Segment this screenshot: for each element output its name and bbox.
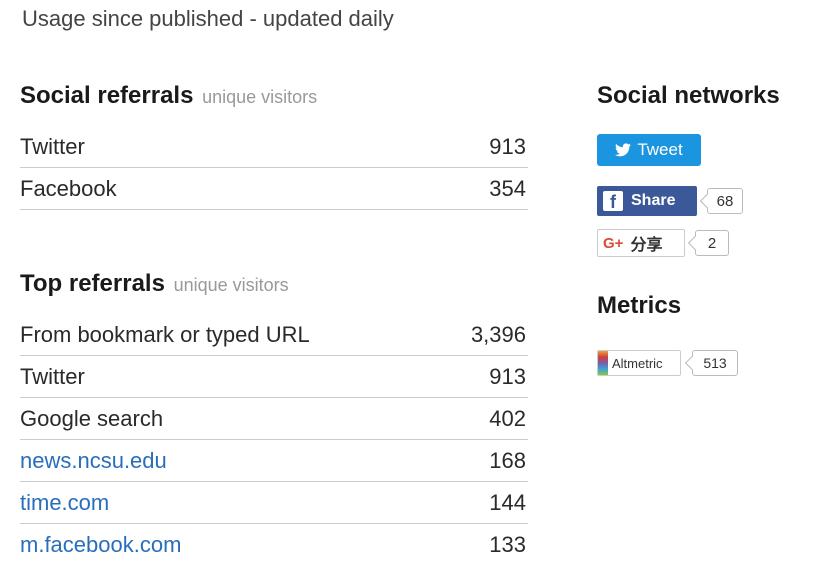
row-label: Twitter: [20, 363, 85, 389]
altmetric-label: Altmetric: [612, 355, 663, 371]
row-label: Facebook: [20, 175, 117, 201]
row-label: Twitter: [20, 133, 85, 159]
top-referrals-table: From bookmark or typed URL 3,396 Twitter…: [20, 314, 528, 566]
metrics-heading: Metrics: [597, 292, 682, 319]
google-plus-label: 分享: [630, 237, 663, 254]
table-row: time.com 144: [20, 482, 528, 524]
social-referrals-heading: Social referrals unique visitors: [20, 82, 317, 110]
row-value: 402: [489, 405, 526, 431]
row-value: 913: [489, 363, 526, 389]
facebook-share-count: 68: [707, 188, 743, 214]
google-plus-icon: G+: [603, 234, 624, 252]
google-plus-count: 2: [695, 230, 729, 256]
row-value: 168: [489, 447, 526, 473]
table-row: m.facebook.com 133: [20, 524, 528, 566]
referrer-link-time[interactable]: time.com: [20, 490, 109, 516]
row-value: 354: [489, 175, 526, 201]
table-row: From bookmark or typed URL 3,396: [20, 314, 528, 356]
social-networks-heading: Social networks: [597, 82, 780, 109]
table-row: Google search 402: [20, 398, 528, 440]
row-value: 913: [489, 133, 526, 159]
table-row: Twitter 913: [20, 126, 528, 168]
top-referrals-title: Top referrals: [20, 270, 165, 297]
google-plus-share-button[interactable]: G+ 分享: [597, 229, 685, 257]
page-subtitle: Usage since published - updated daily: [22, 6, 394, 31]
social-referrals-title: Social referrals: [20, 82, 194, 109]
referrer-link-m-facebook[interactable]: m.facebook.com: [20, 532, 181, 558]
altmetric-badge[interactable]: Altmetric: [597, 350, 681, 376]
row-label: From bookmark or typed URL: [20, 321, 310, 347]
tweet-button[interactable]: Tweet: [597, 134, 701, 166]
twitter-bird-icon: [615, 143, 632, 157]
top-referrals-heading: Top referrals unique visitors: [20, 270, 289, 298]
facebook-f-icon: f: [603, 191, 623, 211]
referrer-link-news-ncsu[interactable]: news.ncsu.edu: [20, 448, 167, 474]
row-label: Google search: [20, 405, 164, 431]
table-row: news.ncsu.edu 168: [20, 440, 528, 482]
tweet-label: Tweet: [637, 140, 683, 159]
row-value: 144: [489, 489, 526, 515]
social-referrals-table: Twitter 913 Facebook 354: [20, 126, 528, 210]
row-value: 133: [489, 532, 526, 557]
table-row: Twitter 913: [20, 356, 528, 398]
facebook-share-button[interactable]: f Share: [597, 186, 697, 216]
row-value: 3,396: [470, 321, 526, 347]
altmetric-donut-icon: [598, 351, 608, 375]
table-row: Facebook 354: [20, 168, 528, 210]
altmetric-score: 513: [692, 350, 738, 376]
facebook-share-label: Share: [631, 192, 676, 209]
social-referrals-note: unique visitors: [202, 87, 318, 107]
top-referrals-note: unique visitors: [173, 275, 289, 295]
